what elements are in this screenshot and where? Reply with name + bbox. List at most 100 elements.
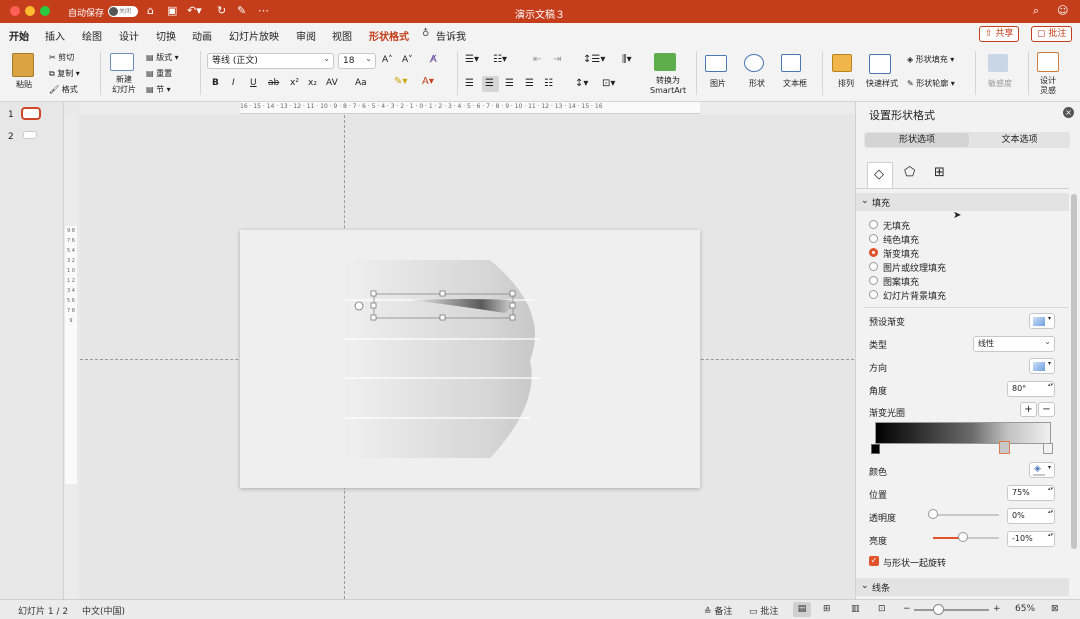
comments-status-button[interactable]: ▭ 批注 — [749, 604, 778, 617]
increase-indent-icon[interactable]: ⇥ — [553, 54, 561, 65]
superscript-button[interactable]: x² — [290, 78, 299, 88]
normal-view-icon[interactable]: ▤ — [793, 602, 811, 617]
smartart-label[interactable]: 转换为 SmartArt — [650, 76, 686, 96]
picture-icon[interactable] — [705, 55, 727, 72]
fill-section-header[interactable]: ⌄ 填充 — [856, 193, 1069, 211]
tab-text-options[interactable]: 文本选项 — [970, 133, 1069, 147]
panel-scrollbar[interactable] — [1071, 194, 1077, 549]
fit-to-window-icon[interactable]: ⊠ — [1051, 604, 1059, 614]
zoom-slider[interactable] — [914, 609, 989, 611]
increase-font-icon[interactable]: A˄ — [382, 55, 393, 65]
effects-tab-icon[interactable]: ⬠ — [904, 165, 915, 180]
smartart-icon[interactable] — [654, 53, 676, 71]
language-status[interactable]: 中文(中国) — [82, 604, 125, 617]
tab-review[interactable]: 审阅 — [296, 28, 316, 43]
copy-button[interactable]: ⧉ 复制 ▾ — [49, 68, 80, 79]
tab-animations[interactable]: 动画 — [192, 28, 212, 43]
tab-home[interactable]: 开始 — [9, 28, 29, 47]
underline-button[interactable]: U — [250, 78, 257, 88]
textbox-label[interactable]: 文本框 — [783, 78, 807, 89]
zoom-in-icon[interactable]: + — [993, 604, 1001, 614]
transparency-input[interactable]: 0% — [1007, 508, 1055, 524]
share-button[interactable]: ⇧ 共享 — [979, 26, 1020, 42]
justify-icon[interactable]: ☰ — [525, 78, 534, 89]
layout-button[interactable]: ▤ 版式 ▾ — [146, 52, 179, 63]
size-properties-icon[interactable]: ⊞ — [934, 165, 945, 180]
decrease-indent-icon[interactable]: ⇤ — [533, 54, 541, 65]
align-right-icon[interactable]: ☰ — [505, 78, 514, 89]
zoom-slider-thumb[interactable] — [933, 604, 944, 615]
shape-icon[interactable] — [744, 54, 764, 72]
quick-styles-label[interactable]: 快速样式 — [866, 78, 898, 89]
gradient-stop-1[interactable] — [871, 444, 880, 454]
picture-label[interactable]: 图片 — [710, 78, 726, 89]
highlight-icon[interactable]: ✎▾ — [394, 76, 407, 87]
tab-draw[interactable]: 绘图 — [82, 28, 102, 43]
arrange-icon[interactable] — [832, 54, 852, 72]
line-spacing-icon[interactable]: ↕☰▾ — [583, 54, 605, 65]
rotate-handle[interactable] — [354, 301, 364, 311]
char-spacing-button[interactable]: AV — [326, 78, 338, 88]
font-size-select[interactable]: 18 — [338, 52, 376, 69]
new-slide-icon[interactable] — [110, 53, 134, 71]
align-left-icon[interactable]: ☰ — [465, 78, 474, 89]
tab-slideshow[interactable]: 幻灯片放映 — [229, 28, 279, 43]
radio-slide-bg-fill[interactable] — [869, 290, 878, 299]
fill-line-tab[interactable]: ◇ — [867, 162, 893, 188]
radio-pattern-fill[interactable] — [869, 276, 878, 285]
numbering-icon[interactable]: ☷▾ — [493, 54, 507, 65]
shape-outline-button[interactable]: ✎ 形状轮廓 ▾ — [907, 78, 955, 89]
clear-format-icon[interactable]: A̸ — [430, 54, 437, 65]
columns-icon[interactable]: ⫼▾ — [622, 54, 632, 65]
tab-insert[interactable]: 插入 — [45, 28, 65, 43]
format-painter-button[interactable]: 🖌 格式 — [49, 84, 78, 95]
gradient-stop-selected[interactable] — [999, 441, 1010, 454]
gradient-bar[interactable] — [875, 422, 1051, 444]
radio-no-fill[interactable] — [869, 220, 878, 229]
slide-sorter-icon[interactable]: ⊞ — [823, 604, 831, 614]
decrease-font-icon[interactable]: A˅ — [402, 55, 413, 65]
angle-input[interactable]: 80° — [1007, 381, 1055, 397]
gradient-type-select[interactable]: 线性 — [973, 335, 1055, 352]
slide[interactable] — [240, 230, 700, 488]
slide-thumbnail-1[interactable] — [21, 107, 41, 120]
tab-transitions[interactable]: 切换 — [156, 28, 176, 43]
tab-shape-options[interactable]: 形状选项 — [865, 133, 969, 147]
close-icon[interactable]: × — [1063, 107, 1074, 118]
brightness-slider-thumb[interactable] — [957, 532, 968, 542]
radio-solid-fill[interactable] — [869, 234, 878, 243]
font-name-select[interactable]: 等线 (正文) — [207, 52, 334, 69]
change-case-button[interactable]: Aa — [355, 78, 367, 88]
color-dropdown[interactable]: ◈ ▾ — [1029, 462, 1055, 478]
preset-gradient-dropdown[interactable]: ▾ — [1029, 313, 1055, 329]
gradient-stop-3[interactable] — [1043, 443, 1053, 454]
sensitivity-label[interactable]: 敏感度 — [988, 78, 1012, 89]
bold-button[interactable]: B — [212, 78, 219, 88]
new-slide-label[interactable]: 新建 幻灯片 — [112, 75, 136, 95]
comments-button[interactable]: ▢ 批注 — [1031, 26, 1073, 42]
tab-tell-me[interactable]: 告诉我 — [436, 28, 466, 43]
tab-design[interactable]: 设计 — [119, 28, 139, 43]
account-icon[interactable]: ☺ — [1057, 4, 1068, 17]
strikethrough-button[interactable]: ab — [268, 78, 279, 88]
search-icon[interactable]: ⌕ — [1033, 4, 1039, 18]
reset-button[interactable]: ▤ 重置 — [146, 68, 172, 79]
direction-dropdown[interactable]: ▾ — [1029, 358, 1055, 374]
slideshow-icon[interactable]: ⊡ — [878, 604, 886, 614]
paste-icon[interactable] — [12, 53, 34, 77]
arrange-label[interactable]: 排列 — [838, 78, 854, 89]
radio-gradient-fill[interactable] — [869, 248, 878, 257]
italic-button[interactable]: I — [232, 78, 235, 88]
subscript-button[interactable]: x₂ — [308, 78, 317, 88]
distribute-icon[interactable]: ☷ — [544, 78, 553, 89]
tab-view[interactable]: 视图 — [332, 28, 352, 43]
rotate-with-shape-checkbox[interactable]: ✓ — [869, 556, 879, 566]
quick-styles-icon[interactable] — [869, 54, 891, 74]
remove-stop-button[interactable]: − — [1038, 402, 1055, 417]
transparency-slider-thumb[interactable] — [928, 509, 938, 519]
brightness-input[interactable]: -10% — [1007, 531, 1055, 547]
shape-label[interactable]: 形状 — [749, 78, 765, 89]
text-direction-icon[interactable]: ↕▾ — [575, 78, 588, 89]
cut-button[interactable]: ✂ 剪切 — [49, 52, 74, 63]
tab-shape-format[interactable]: 形状格式 — [369, 28, 409, 43]
